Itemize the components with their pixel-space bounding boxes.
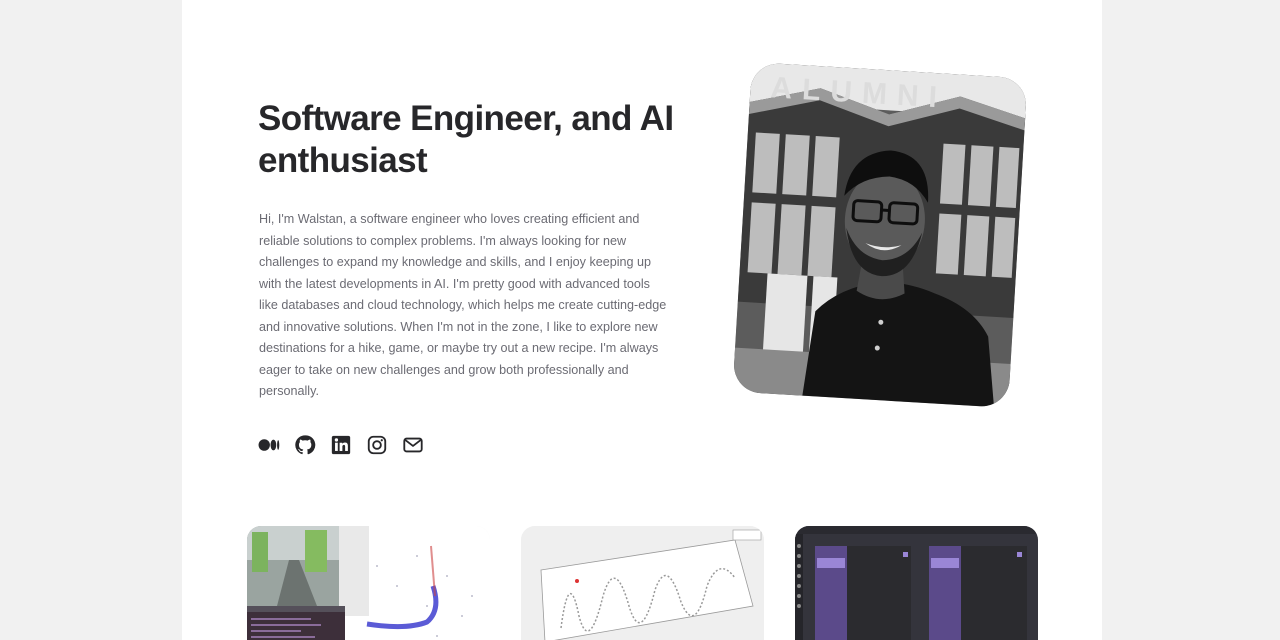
mail-icon [403, 437, 423, 453]
profile-photo: ALUMNI [732, 62, 1028, 408]
social-links [258, 434, 424, 456]
instagram-link[interactable] [366, 434, 388, 456]
project-card-chat-app[interactable] [795, 526, 1038, 640]
trajectory-plot-image [521, 526, 764, 640]
chat-app-image [795, 526, 1038, 640]
medium-link[interactable] [258, 434, 280, 456]
instagram-icon [367, 435, 387, 455]
github-icon [295, 435, 316, 455]
page-title: Software Engineer, and AI enthusiast [258, 99, 674, 180]
linkedin-link[interactable] [330, 434, 352, 456]
github-link[interactable] [294, 434, 316, 456]
bio-paragraph: Hi, I'm Walstan, a software engineer who… [259, 212, 667, 398]
project-card-driving-sim[interactable] [247, 526, 490, 640]
driving-simulation-image [247, 526, 490, 640]
email-link[interactable] [402, 434, 424, 456]
project-card-trajectory[interactable] [521, 526, 764, 640]
medium-icon [258, 439, 280, 451]
project-cards [247, 526, 1038, 640]
linkedin-icon [331, 435, 351, 455]
page-container: Software Engineer, and AI enthusiast Hi,… [182, 0, 1102, 640]
